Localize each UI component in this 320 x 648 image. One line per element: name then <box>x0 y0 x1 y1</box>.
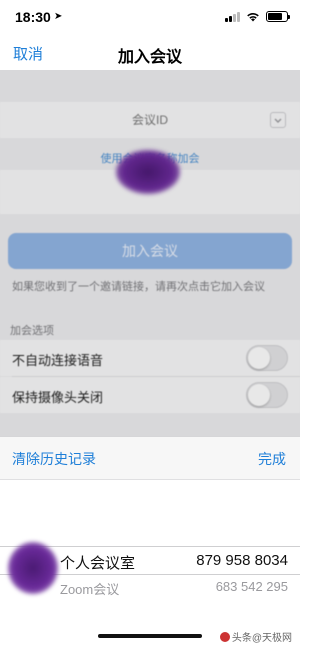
picker-row-name: Zoom会议 <box>60 582 120 597</box>
page-title: 加入会议 <box>117 49 182 66</box>
option-label: 不自动连接语音 <box>12 353 104 368</box>
redaction-mark <box>116 150 180 194</box>
cellular-signal-icon <box>225 11 240 22</box>
done-button[interactable]: 完成 <box>258 449 286 469</box>
meeting-history-picker[interactable]: 个人会议室 879 958 8034 Zoom会议 683 542 295 <box>0 480 300 648</box>
picker-row-number: 683 542 295 <box>215 579 288 594</box>
status-time: 18:30 <box>15 9 51 25</box>
watermark: 头条@天极网 <box>219 629 292 644</box>
meeting-id-row <box>0 102 300 138</box>
chevron-down-icon[interactable] <box>270 112 286 128</box>
watermark-text: 头条@天极网 <box>231 633 292 644</box>
watermark-logo-icon <box>219 631 230 642</box>
auto-connect-audio-toggle[interactable] <box>246 345 288 371</box>
option-label: 保持摄像头关闭 <box>12 390 104 405</box>
home-indicator[interactable] <box>98 634 202 638</box>
picker-row-name: 个人会议室 <box>60 555 136 572</box>
join-options-label: 加会选项 <box>10 325 54 337</box>
cancel-button[interactable]: 取消 <box>13 43 43 64</box>
wifi-icon <box>247 12 259 21</box>
display-name-row[interactable] <box>0 150 300 214</box>
battery-icon <box>266 11 290 22</box>
meeting-id-input[interactable] <box>30 110 270 130</box>
status-bar: 18:30 ➤ <box>0 0 300 34</box>
picker-row-number: 879 958 8034 <box>196 552 288 569</box>
join-meeting-button[interactable]: 加入会议 <box>8 233 292 269</box>
option-row-audio: 不自动连接语音 <box>0 340 300 376</box>
picker-toolbar: 清除历史记录 完成 <box>0 436 300 480</box>
location-icon: ➤ <box>54 11 63 22</box>
join-form: 使用会议室名称加会 加入会议 如果您收到了一个邀请链接，请再次点击它加入会议 加… <box>0 70 300 436</box>
keep-camera-off-toggle[interactable] <box>246 382 288 408</box>
option-row-camera: 保持摄像头关闭 <box>0 377 300 413</box>
join-meeting-screen: 18:30 ➤ 取消 加入会议 会议ID 加入会议 如果您收到了一个邀请链接，请… <box>0 0 300 648</box>
invite-link-hint: 如果您收到了一个邀请链接，请再次点击它加入会议 <box>12 281 265 293</box>
nav-bar: 取消 加入会议 <box>0 34 300 70</box>
status-icons <box>225 11 290 22</box>
clear-history-button[interactable]: 清除历史记录 <box>12 449 96 469</box>
redaction-mark <box>8 542 58 594</box>
